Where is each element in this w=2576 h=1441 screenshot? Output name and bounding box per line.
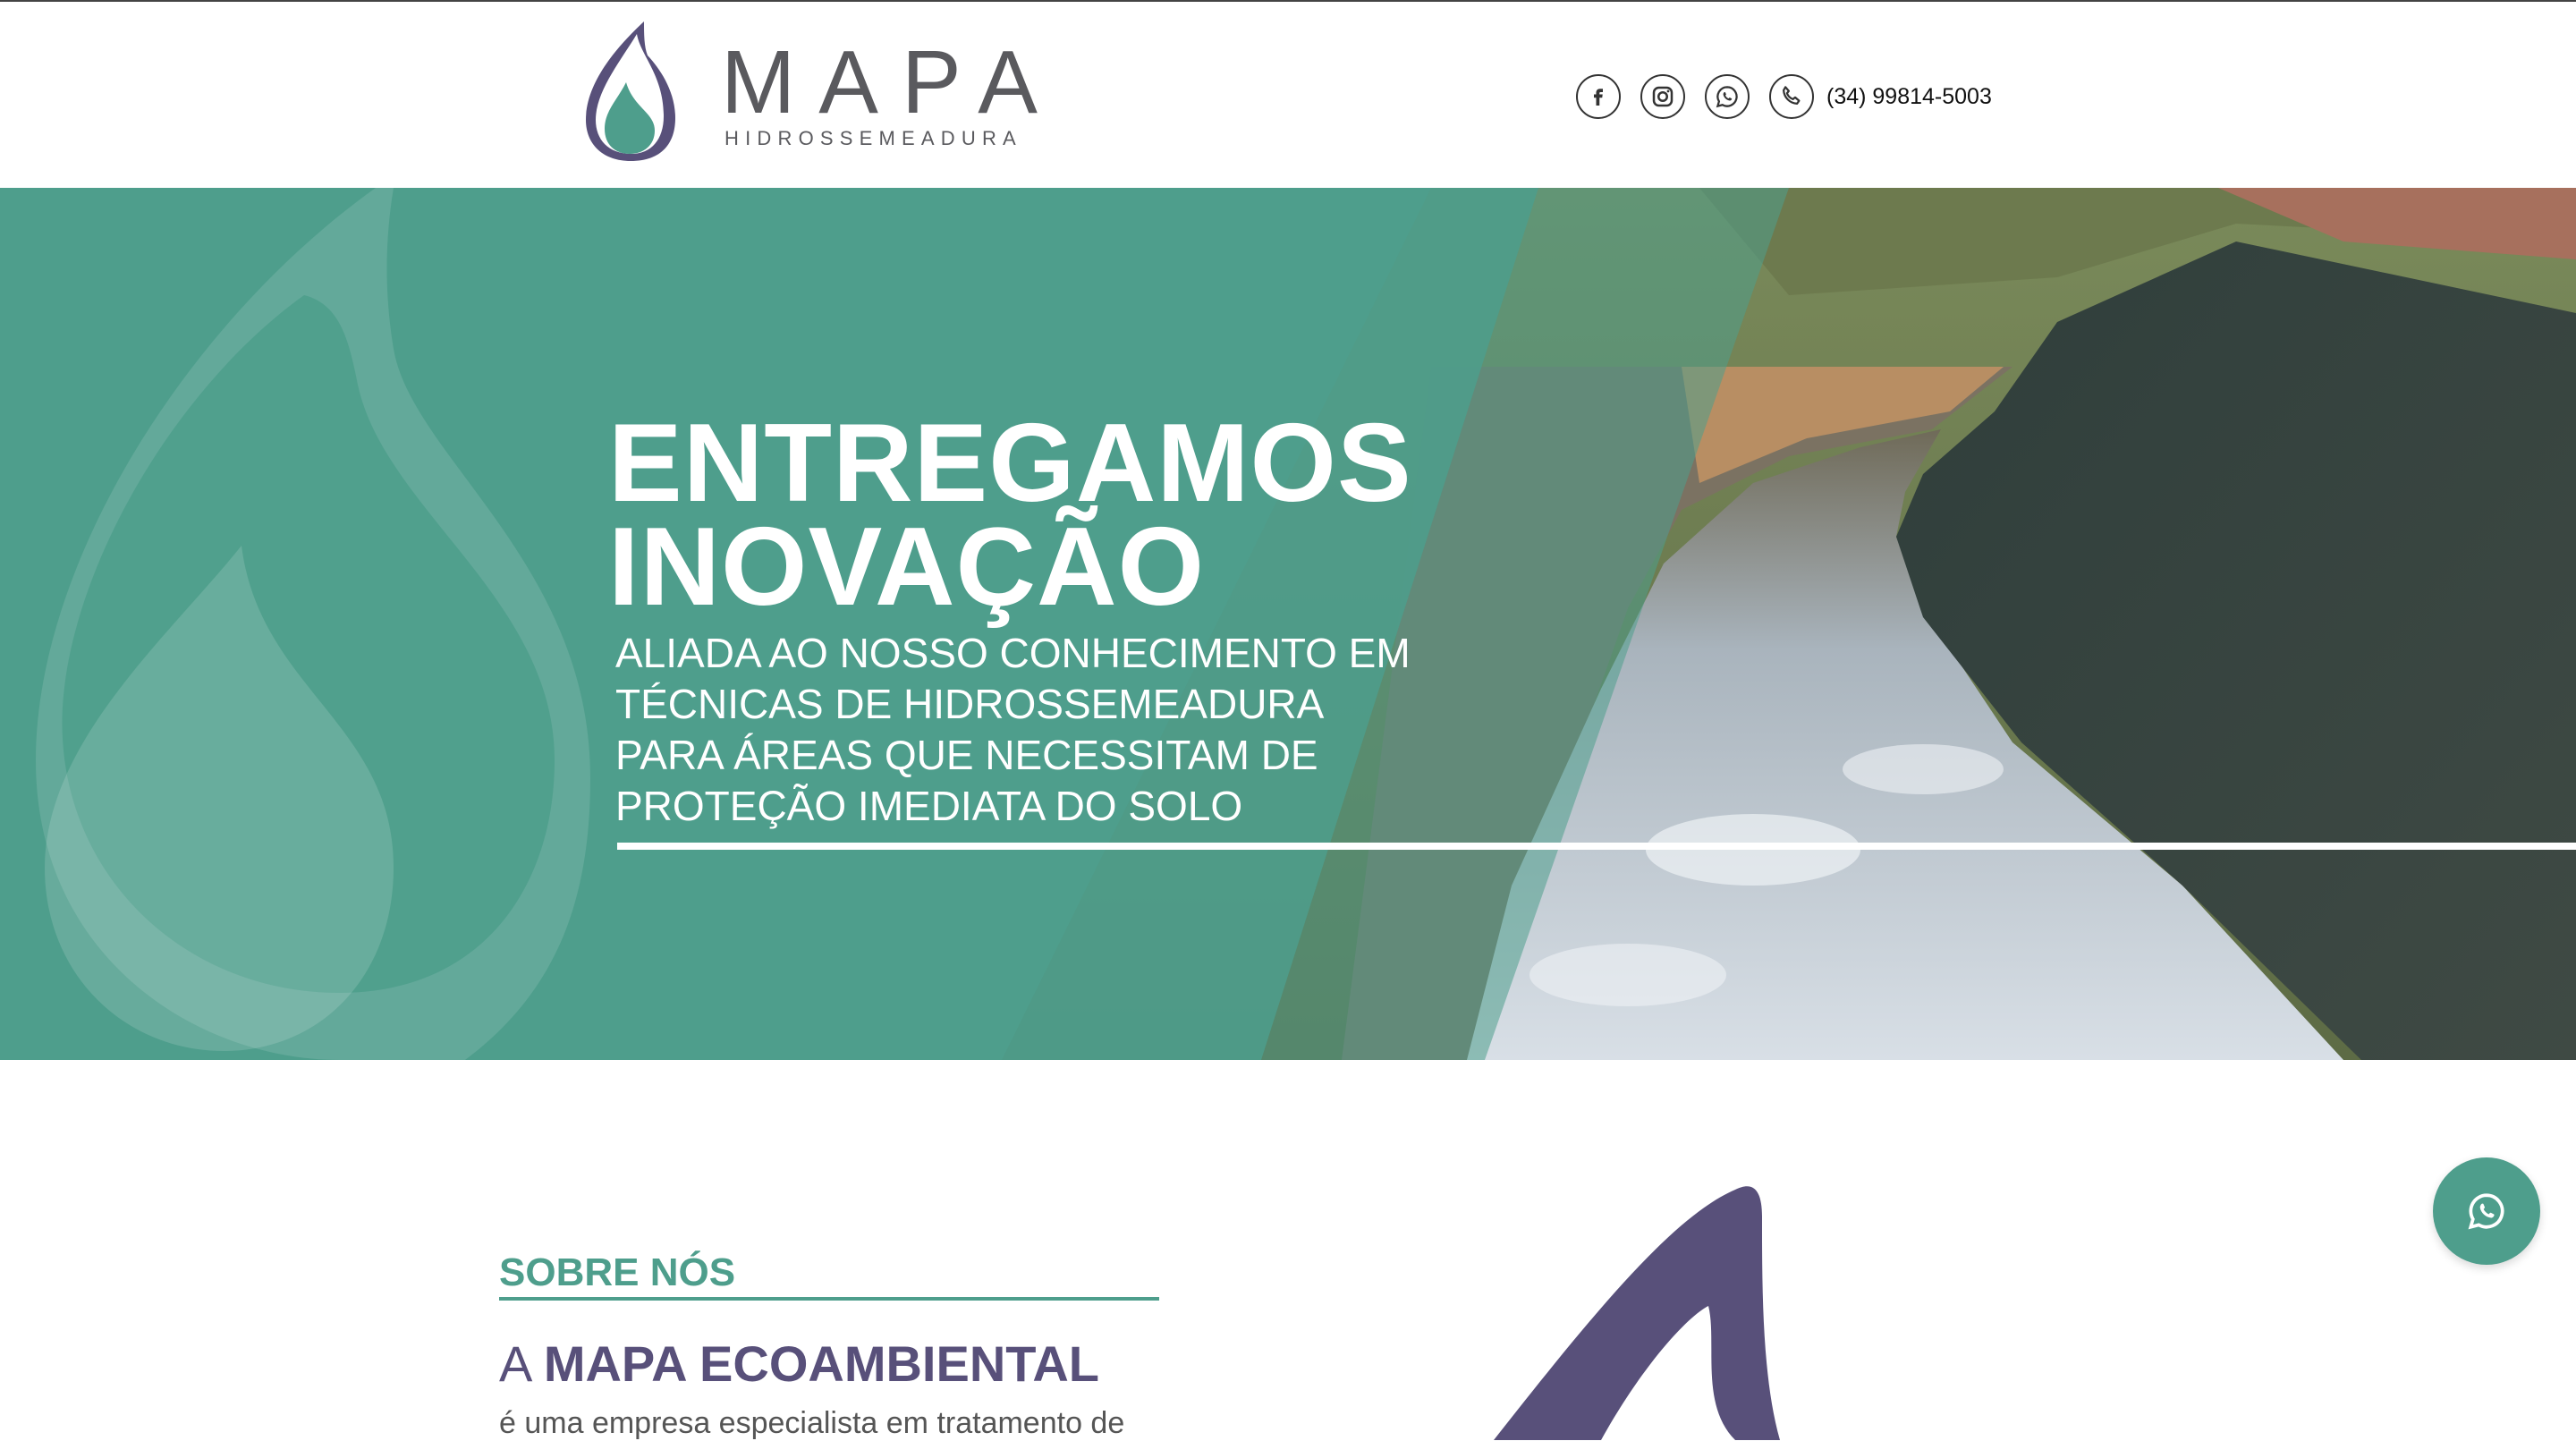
hero-banner: ENTREGAMOS INOVAÇÃO ALIADA AO NOSSO CONH… [0, 188, 2576, 1060]
whatsapp-icon [2468, 1193, 2504, 1230]
social-links: (34) 99814-5003 [1576, 72, 1992, 122]
logo-title: MAPA [721, 32, 1061, 132]
hero-title: ENTREGAMOS INOVAÇÃO [608, 402, 1412, 629]
site-header: MAPA HIDROSSEMEADURA (34) 99814-5003 [0, 2, 2576, 188]
whatsapp-float-button[interactable] [2433, 1157, 2540, 1265]
phone-number[interactable]: (34) 99814-5003 [1826, 84, 1992, 110]
hero-title-line: ENTREGAMOS [608, 402, 1412, 525]
about-heading-prefix: A [499, 1335, 530, 1392]
about-heading-company: MAPA ECOAMBIENTAL [543, 1335, 1099, 1392]
about-label: SOBRE NÓS [499, 1250, 736, 1294]
about-divider [499, 1297, 1159, 1301]
whatsapp-icon[interactable] [1705, 74, 1750, 119]
facebook-icon[interactable] [1576, 74, 1621, 119]
hero-background [0, 188, 2576, 1060]
hero-subtitle-line: TÉCNICAS DE HIDROSSEMEADURA [615, 681, 1325, 727]
hero-subtitle-line: PROTEÇÃO IMEDIATA DO SOLO [615, 783, 1243, 829]
instagram-icon[interactable] [1640, 74, 1685, 119]
hero-subtitle: ALIADA AO NOSSO CONHECIMENTO EM TÉCNICAS… [615, 628, 1411, 832]
logo[interactable]: MAPA HIDROSSEMEADURA [581, 20, 1038, 161]
logo-subtitle: HIDROSSEMEADURA [724, 127, 1022, 149]
hero-divider [617, 843, 2576, 850]
hero-subtitle-line: ALIADA AO NOSSO CONHECIMENTO EM [615, 630, 1411, 676]
hero-title-line: INOVAÇÃO [608, 505, 1206, 629]
phone-icon[interactable] [1769, 74, 1814, 119]
about-heading: A MAPA ECOAMBIENTAL [499, 1335, 1099, 1393]
hero-subtitle-line: PARA ÁREAS QUE NECESSITAM DE [615, 732, 1318, 778]
drop-logo-icon [1494, 1186, 1780, 1440]
drop-logo-icon [586, 21, 675, 161]
